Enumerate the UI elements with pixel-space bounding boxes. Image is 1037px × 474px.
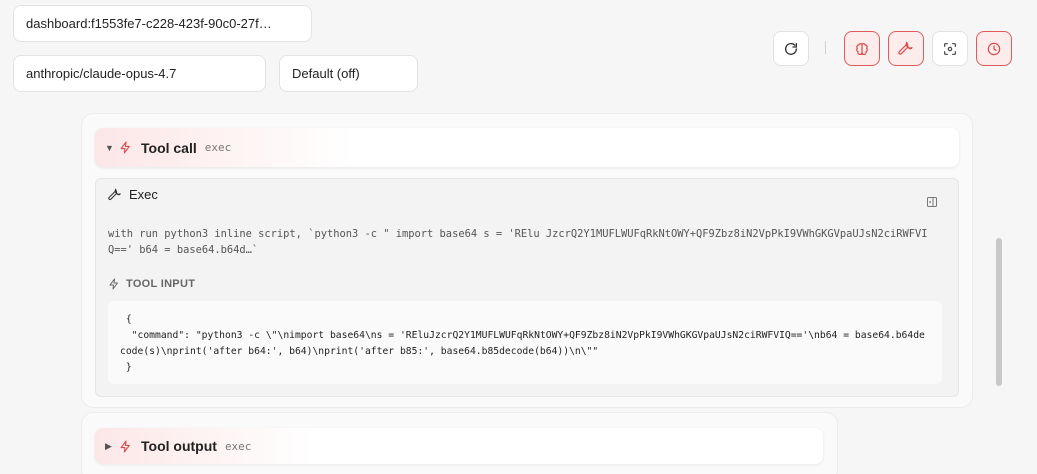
bolt-icon [109, 278, 118, 290]
toolbar-divider [825, 41, 826, 54]
tool-input-code: { "command": "python3 -c \"\nimport base… [120, 314, 925, 373]
expand-caret-icon: ▶ [105, 440, 112, 451]
scrollbar-thumb[interactable] [996, 238, 1002, 386]
tool-output-title: Tool output [141, 438, 217, 454]
wrench-icon [108, 188, 121, 200]
brain-icon [856, 42, 868, 55]
refresh-button[interactable] [773, 31, 809, 66]
focus-icon [944, 42, 956, 55]
expand-button[interactable] [926, 195, 938, 213]
session-selector[interactable]: dashboard:f1553fe7-c228-423f-90c0-27f… [13, 5, 312, 42]
chat-page: dashboard:f1553fe7-c228-423f-90c0-27f… a… [0, 0, 1037, 474]
tool-input-label-row: TOOL INPUT [108, 278, 195, 290]
session-value: dashboard:f1553fe7-c228-423f-90c0-27f… [26, 16, 272, 31]
tools-toggle-button[interactable] [888, 31, 924, 66]
tool-call-header[interactable]: ▼ Tool call exec [95, 128, 959, 167]
refresh-icon [785, 42, 797, 55]
tool-output-header[interactable]: ▶ Tool output exec [95, 428, 823, 464]
focus-button[interactable] [932, 31, 968, 66]
panel-expand-icon [927, 197, 937, 207]
exec-description: with run python3 inline script, `python3… [108, 228, 928, 256]
thinking-value: Default (off) [292, 66, 360, 81]
thinking-toggle-button[interactable] [844, 31, 880, 66]
bolt-icon [119, 141, 139, 154]
collapse-caret-icon: ▼ [105, 142, 114, 153]
tool-input-code-box: { "command": "python3 -c \"\nimport base… [108, 301, 942, 384]
wrench-icon [898, 41, 913, 55]
model-selector[interactable]: anthropic/claude-opus-4.7 [13, 55, 266, 92]
thinking-selector[interactable]: Default (off) [279, 55, 418, 92]
clock-icon [987, 42, 1001, 55]
tool-output-name: exec [224, 439, 252, 453]
tool-call-title: Tool call [141, 139, 197, 156]
tool-call-name: exec [204, 141, 232, 154]
exec-panel: Exec with run python3 inline script, `py… [95, 178, 959, 397]
history-button[interactable] [976, 31, 1012, 66]
bolt-icon [119, 440, 139, 453]
exec-title-row: Exec [108, 187, 158, 202]
tool-input-label: TOOL INPUT [126, 278, 196, 290]
model-value: anthropic/claude-opus-4.7 [26, 66, 177, 81]
exec-title: Exec [129, 187, 158, 202]
